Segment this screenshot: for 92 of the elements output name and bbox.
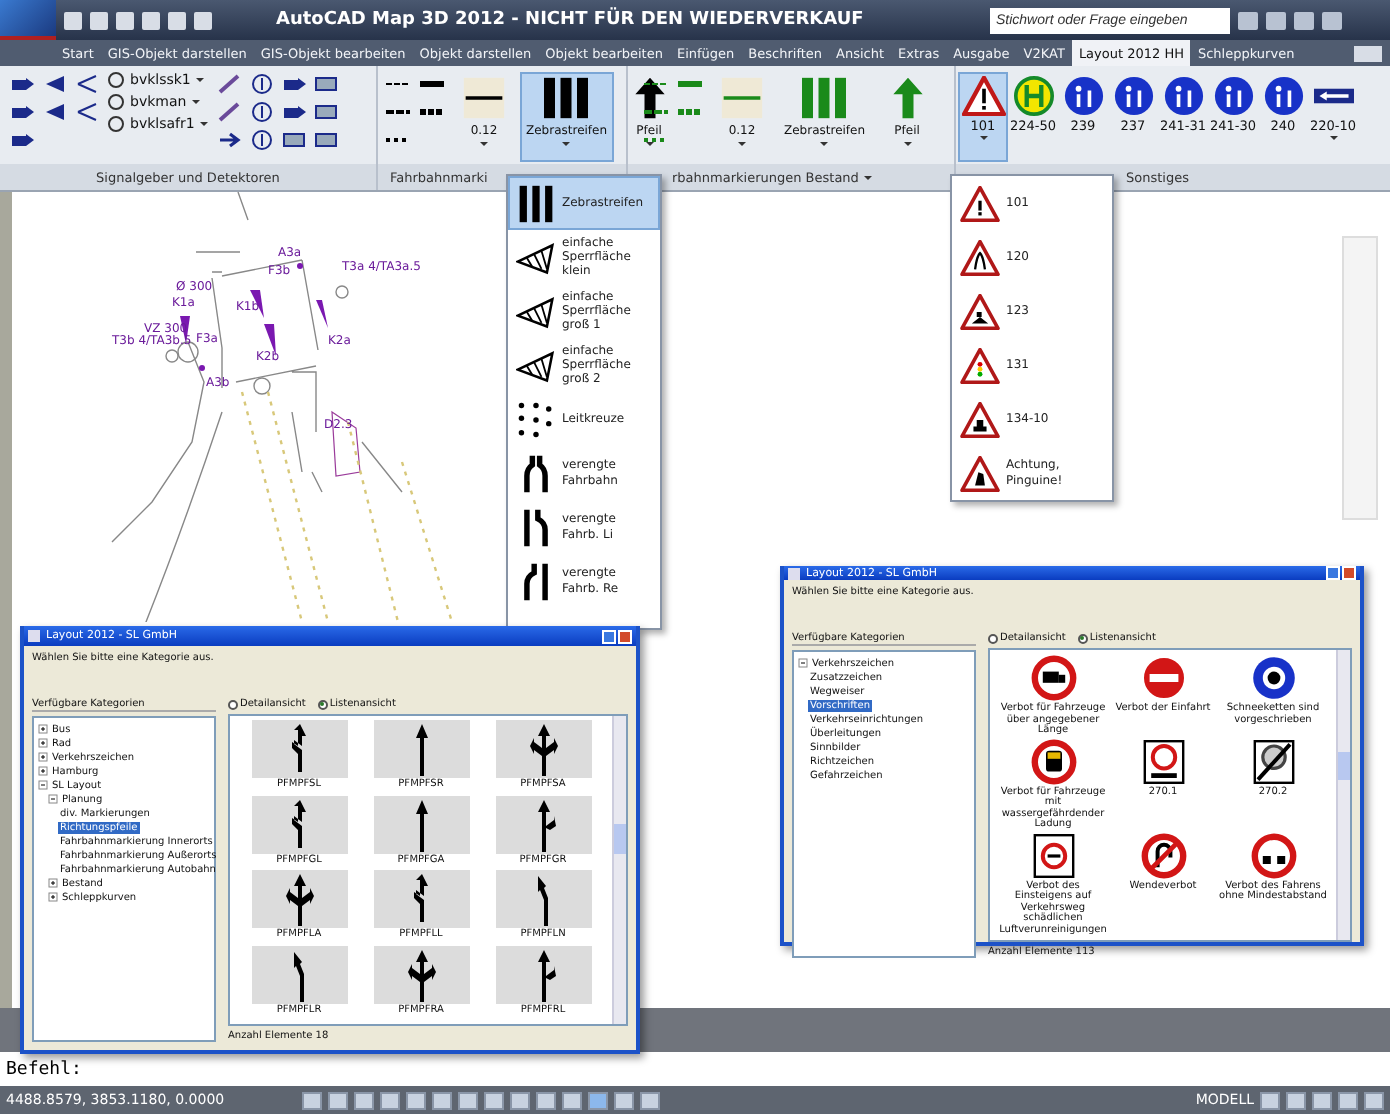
scrollbar[interactable] bbox=[1336, 650, 1350, 940]
prohibition-sign-icon[interactable] bbox=[1139, 831, 1187, 879]
framed-sign-icon[interactable] bbox=[1029, 831, 1077, 879]
caret-icon[interactable] bbox=[1329, 136, 1337, 140]
symbol-icon[interactable] bbox=[216, 72, 245, 96]
caret-icon[interactable] bbox=[562, 142, 571, 146]
warning-sign-icon bbox=[960, 347, 1000, 383]
symbol-icon[interactable] bbox=[72, 100, 100, 124]
caret-icon[interactable] bbox=[196, 78, 205, 82]
symbol-icon[interactable] bbox=[280, 72, 309, 96]
arrow-marking-preview[interactable] bbox=[495, 720, 591, 778]
collapse-icon[interactable] bbox=[798, 658, 808, 668]
app-icon bbox=[28, 630, 40, 642]
ribbon-options-icon[interactable] bbox=[1354, 45, 1382, 61]
caret-icon[interactable] bbox=[192, 100, 201, 104]
expand-icon[interactable] bbox=[38, 738, 48, 748]
dotted-crosses-icon bbox=[516, 399, 556, 439]
expand-icon[interactable] bbox=[38, 724, 48, 734]
expand-icon[interactable] bbox=[48, 892, 58, 902]
mandatory-sign-icon bbox=[1061, 76, 1105, 116]
prohibition-sign-icon[interactable] bbox=[1249, 831, 1297, 879]
warning-sign-icon bbox=[961, 76, 1005, 116]
mandatory-sign-icon bbox=[1161, 76, 1205, 116]
app-icon bbox=[788, 567, 800, 579]
arrow-marking-preview[interactable] bbox=[373, 795, 469, 853]
symbol-icon[interactable] bbox=[216, 128, 245, 152]
collapse-icon[interactable] bbox=[38, 780, 48, 790]
caret-icon[interactable] bbox=[903, 142, 912, 146]
arrow-marking-preview[interactable] bbox=[373, 870, 469, 928]
collapse-icon[interactable] bbox=[48, 794, 58, 804]
warning-sign-icon bbox=[960, 239, 1000, 275]
symbol-icon[interactable] bbox=[312, 100, 341, 124]
arrow-marking-preview[interactable] bbox=[251, 945, 347, 1003]
symbol-icon[interactable] bbox=[8, 128, 36, 152]
arrow-marking-preview[interactable] bbox=[495, 945, 591, 1003]
mandatory-sign-icon bbox=[1211, 76, 1255, 116]
hatched-wedge-icon bbox=[516, 237, 556, 277]
maximize-button[interactable] bbox=[602, 629, 616, 643]
arrow-marking-preview[interactable] bbox=[495, 795, 591, 853]
radio-button[interactable] bbox=[228, 699, 238, 709]
warning-sign-icon bbox=[960, 185, 1000, 221]
close-button[interactable] bbox=[1342, 566, 1356, 580]
radio-button[interactable] bbox=[1077, 633, 1088, 643]
caret-icon[interactable] bbox=[480, 142, 488, 146]
maximize-button[interactable] bbox=[1326, 566, 1340, 580]
symbol-icon[interactable] bbox=[280, 100, 309, 124]
symbol-icon[interactable] bbox=[312, 128, 341, 152]
symbol-icon[interactable] bbox=[312, 72, 341, 96]
bus-stop-sign-icon bbox=[1011, 76, 1055, 116]
symbol-icon[interactable] bbox=[72, 72, 100, 96]
arrow-marking-preview[interactable] bbox=[373, 720, 469, 778]
hatched-wedge-icon bbox=[516, 345, 556, 385]
caret-icon[interactable] bbox=[864, 175, 873, 179]
expand-icon[interactable] bbox=[48, 878, 58, 888]
radio-button[interactable] bbox=[317, 699, 328, 709]
warning-sign-icon bbox=[960, 293, 1000, 329]
arrow-marking-preview[interactable] bbox=[373, 945, 469, 1003]
zone-end-sign-icon[interactable] bbox=[1249, 737, 1297, 785]
caret-icon[interactable] bbox=[820, 142, 829, 146]
zone-sign-icon[interactable] bbox=[1139, 737, 1187, 785]
symbol-icon[interactable] bbox=[248, 128, 277, 152]
command-prompt[interactable]: Befehl: bbox=[0, 1052, 1390, 1086]
hatched-wedge-icon bbox=[516, 291, 556, 331]
expand-icon[interactable] bbox=[38, 752, 48, 762]
zebra-stripes-icon bbox=[516, 183, 556, 223]
symbol-icon[interactable] bbox=[216, 100, 245, 124]
warning-sign-icon bbox=[960, 455, 1000, 491]
close-button[interactable] bbox=[618, 629, 632, 643]
symbol-icon[interactable] bbox=[280, 128, 309, 152]
window-title: AutoCAD Map 3D 2012 - NICHT FÜR DEN WIEDERVERKAUF bbox=[276, 10, 864, 30]
scrollbar[interactable] bbox=[612, 716, 626, 1024]
caret-icon[interactable] bbox=[200, 122, 209, 126]
arrow-marking-preview[interactable] bbox=[495, 870, 591, 928]
symbol-icon[interactable] bbox=[8, 72, 36, 96]
symbol-icon[interactable] bbox=[248, 100, 277, 124]
mandatory-sign-icon bbox=[1261, 76, 1305, 116]
prohibition-sign-icon[interactable] bbox=[1029, 654, 1077, 702]
symbol-icon[interactable] bbox=[248, 72, 277, 96]
mandatory-sign-icon[interactable] bbox=[1249, 654, 1297, 702]
warning-sign-icon bbox=[960, 401, 1000, 437]
symbol-icon[interactable] bbox=[8, 100, 36, 124]
no-entry-sign-icon[interactable] bbox=[1139, 654, 1187, 702]
arrow-marking-preview[interactable] bbox=[251, 870, 347, 928]
caret-icon[interactable] bbox=[979, 136, 987, 140]
radio-button[interactable] bbox=[988, 633, 998, 643]
prohibition-sign-icon[interactable] bbox=[1029, 737, 1077, 785]
arrow-marking-preview[interactable] bbox=[251, 720, 347, 778]
caret-icon[interactable] bbox=[645, 142, 654, 146]
expand-icon[interactable] bbox=[38, 766, 48, 776]
mandatory-sign-icon bbox=[1111, 76, 1155, 116]
arrow-marking-preview[interactable] bbox=[251, 795, 347, 853]
caret-icon[interactable] bbox=[738, 142, 746, 146]
